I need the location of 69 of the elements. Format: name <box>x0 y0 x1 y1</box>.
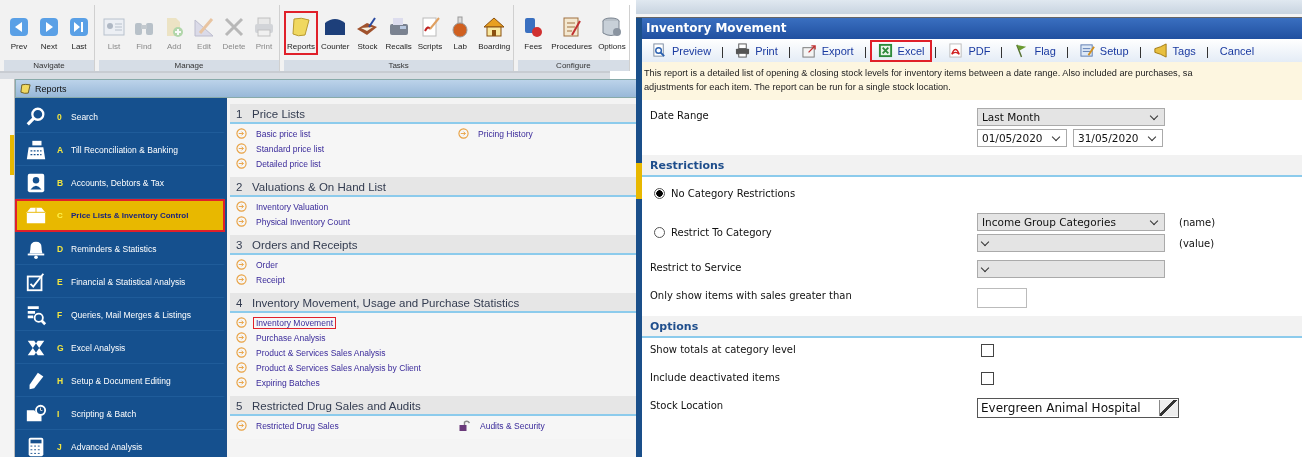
field-label: Show totals at category level <box>650 343 797 357</box>
field-label: Stock Location <box>650 399 725 413</box>
report-link[interactable]: Receipt <box>253 273 288 286</box>
radio-option[interactable]: No Category Restrictions <box>650 183 977 203</box>
report-link[interactable]: Product & Services Sales Analysis by Client <box>253 361 424 374</box>
toolbar-button[interactable]: Flag <box>1006 39 1064 62</box>
sidebar-item[interactable]: J Advanced Analysis <box>15 430 225 457</box>
date-range-dropdown[interactable]: Last Month <box>977 108 1165 126</box>
toolbar-button[interactable]: Setup <box>1071 39 1137 62</box>
field-hint: (value) <box>1179 237 1215 249</box>
group-label: Navigate <box>4 60 94 71</box>
section-heading: Options <box>642 316 1302 338</box>
field-label: Include deactivated items <box>650 371 781 385</box>
sidebar-item[interactable]: G Excel Analysis <box>15 331 225 364</box>
group-label: Manage <box>99 60 279 71</box>
sidebar-item[interactable]: H Setup & Document Editing <box>15 364 225 397</box>
field-label: Date Range <box>650 109 710 123</box>
ribbon-button[interactable]: Procedures <box>548 11 596 55</box>
report-title-bar: Inventory Movement <box>642 18 1302 39</box>
toolbar-button[interactable]: Preview <box>644 39 720 62</box>
sidebar-item[interactable]: C Price Lists & Inventory Control <box>15 199 225 232</box>
report-link[interactable]: Expiring Batches <box>253 376 323 389</box>
ribbon-button[interactable]: Fees <box>518 11 549 55</box>
report-link[interactable]: Purchase Analysis <box>253 331 329 344</box>
report-link[interactable]: Physical Inventory Count <box>253 215 354 228</box>
ribbon-button[interactable]: Recalls <box>382 11 415 55</box>
report-link[interactable]: Audits & Security <box>477 419 548 432</box>
report-description: This report is a detailed list of opening & closing stock levels for inventory items between a date range. Also included are purchases, sa adjustments for each item. The report can be run for a single stock location. <box>642 62 1302 100</box>
toolbar-button[interactable]: Export <box>793 39 862 62</box>
toolbar-button[interactable]: Cancel <box>1211 39 1263 62</box>
field-hint: (name) <box>1179 216 1216 228</box>
ribbon-button[interactable]: Counter <box>318 11 353 55</box>
report-link[interactable]: Order <box>253 258 281 271</box>
group-label: Tasks <box>284 60 514 71</box>
toolbar-button[interactable]: Tags <box>1144 39 1204 62</box>
field-label: Restrict to Service <box>650 261 743 275</box>
ribbon-button[interactable]: Prev <box>4 11 34 55</box>
sidebar-item[interactable]: F Queries, Mail Merges & Listings <box>15 298 225 331</box>
report-link[interactable]: Inventory Valuation <box>253 200 332 213</box>
report-link[interactable]: Restricted Drug Sales <box>253 419 342 432</box>
report-link[interactable]: Detailed price list <box>253 157 324 170</box>
ribbon-button[interactable]: Reports <box>284 11 318 55</box>
ribbon-button[interactable]: Options <box>595 11 629 55</box>
sidebar-item[interactable]: D Reminders & Statistics <box>15 232 225 265</box>
sidebar-item[interactable]: 0 Search <box>15 100 225 133</box>
ribbon-button[interactable]: Boarding <box>475 11 514 55</box>
report-link[interactable]: Standard price list <box>253 142 328 155</box>
field-label: Only show items with sales greater than <box>650 289 853 303</box>
report-link[interactable]: Pricing History <box>475 127 536 140</box>
sidebar-item[interactable]: I Scripting & Batch <box>15 397 225 430</box>
window-title: Reports <box>35 83 67 94</box>
ribbon-button[interactable]: Last <box>64 11 94 55</box>
report-link[interactable]: Basic price list <box>253 127 314 140</box>
sidebar-item[interactable]: E Financial & Statistical Analysis <box>15 265 225 298</box>
report-link[interactable]: Inventory Movement <box>253 316 336 329</box>
stock-location-dropdown[interactable]: Evergreen Animal Hospital <box>977 398 1179 418</box>
date-picker[interactable]: 31/05/2020 <box>1073 129 1163 147</box>
ribbon-button[interactable]: Stock <box>352 11 383 55</box>
toolbar-button[interactable]: PDF <box>940 39 999 62</box>
section-heading: Restrictions <box>642 155 1302 177</box>
ribbon-button[interactable]: Scripts <box>414 11 446 55</box>
category-dropdown[interactable]: Income Group Categories <box>977 213 1165 231</box>
report-link[interactable]: Product & Services Sales Analysis <box>253 346 389 359</box>
date-picker[interactable]: 01/05/2020 <box>977 129 1067 147</box>
ribbon-button[interactable]: Lab <box>445 11 476 55</box>
sidebar-item[interactable]: A Till Reconciliation & Banking <box>15 133 225 166</box>
toolbar-button[interactable]: Print <box>727 39 786 62</box>
group-label: Configure <box>518 60 629 71</box>
ribbon-button[interactable]: Next <box>34 11 64 55</box>
